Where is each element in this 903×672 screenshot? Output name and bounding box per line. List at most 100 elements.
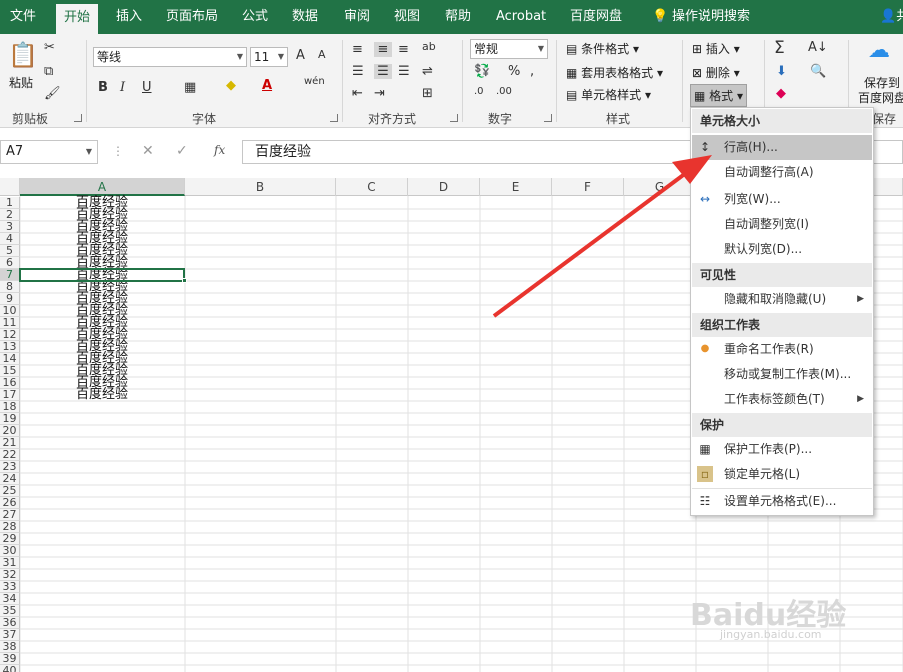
underline-button[interactable]: U <box>142 80 152 95</box>
protect-sheet-icon: ▦ <box>699 442 711 456</box>
accounting-format-icon[interactable]: 💱 <box>474 64 490 79</box>
insert-icon: ⊞ <box>692 42 706 56</box>
orientation-icon[interactable]: ab <box>422 40 436 53</box>
conditional-format-button[interactable]: ▤ 条件格式 ▾ <box>566 40 639 57</box>
copy-icon[interactable]: ⧉ <box>44 64 53 79</box>
cell-styles-button[interactable]: ▤ 单元格样式 ▾ <box>566 86 651 103</box>
menu-item-label: 行高(H)... <box>724 140 778 154</box>
menu-item-rename-sheet[interactable]: ● 重命名工作表(R) <box>692 337 872 362</box>
menu-item-protect-sheet[interactable]: ▦ 保护工作表(P)... <box>692 437 872 462</box>
menu-item-autofit-row[interactable]: 自动调整行高(A) <box>692 160 872 185</box>
menu-item-label: 列宽(W)... <box>724 192 781 206</box>
align-center-icon[interactable]: ☰ <box>374 64 392 79</box>
find-select-icon[interactable]: 🔍 <box>810 64 826 79</box>
tab-file[interactable]: 文件 <box>2 0 44 34</box>
merge-center-icon[interactable]: ⊞ <box>422 86 433 101</box>
percent-button[interactable]: % <box>508 64 520 79</box>
menu-item-move-copy[interactable]: 移动或复制工作表(M)... <box>692 362 872 387</box>
styles-group-label: 样式 <box>606 112 631 126</box>
tab-help[interactable]: 帮助 <box>437 0 479 34</box>
border-icon[interactable]: ▦ <box>184 80 196 95</box>
format-as-table-button[interactable]: ▦ 套用表格格式 ▾ <box>566 64 663 81</box>
baidu-netdisk-icon[interactable]: ☁ <box>868 38 890 63</box>
enter-icon[interactable]: ✓ <box>176 143 188 159</box>
number-format-select[interactable]: 常规 ▼ <box>470 39 548 59</box>
italic-button[interactable]: I <box>120 80 125 95</box>
delete-icon: ⊠ <box>692 66 706 80</box>
decrease-indent-icon[interactable]: ⇤ <box>352 86 363 101</box>
delete-label: 删除 <box>705 66 730 80</box>
cell-a17[interactable]: 百度经验 <box>20 388 184 401</box>
font-size-select[interactable]: 11 ▼ <box>250 47 288 67</box>
insert-cells-button[interactable]: ⊞ 插入 ▾ <box>692 40 740 57</box>
format-painter-icon[interactable]: 🖌 <box>44 86 61 101</box>
row-header[interactable]: 40 <box>0 665 20 672</box>
clear-icon[interactable]: ◆ <box>776 86 786 101</box>
menu-item-lock-cell[interactable]: ▫ 锁定单元格(L) <box>692 462 872 487</box>
menu-item-default-width[interactable]: 默认列宽(D)... <box>692 237 872 262</box>
menu-item-autofit-column[interactable]: 自动调整列宽(I) <box>692 212 872 237</box>
tab-page-layout[interactable]: 页面布局 <box>158 0 226 34</box>
wrap-text-icon[interactable]: ⇌ <box>422 64 433 79</box>
tab-view[interactable]: 视图 <box>386 0 428 34</box>
sort-filter-icon[interactable]: A↓ <box>808 40 828 55</box>
active-cell-a7[interactable] <box>19 268 185 282</box>
clipboard-launcher[interactable] <box>74 114 82 122</box>
chevron-down-icon: ▼ <box>537 44 544 53</box>
paste-button[interactable]: 粘贴 <box>9 74 33 91</box>
menu-item-format-cells[interactable]: ☷ 设置单元格格式(E)... <box>692 489 872 514</box>
decrease-decimal-icon[interactable]: .00 <box>496 86 512 97</box>
more-icon: ⋮ <box>112 144 124 158</box>
menu-item-column-width[interactable]: ↔ 列宽(W)... <box>692 187 872 212</box>
tab-acrobat[interactable]: Acrobat <box>488 0 554 34</box>
tab-baidu-netdisk[interactable]: 百度网盘 <box>562 0 630 34</box>
alignment-group-label: 对齐方式 <box>368 112 417 126</box>
format-icon: ▦ <box>694 89 710 103</box>
paste-icon[interactable]: 📋 <box>8 40 38 70</box>
menu-item-row-height[interactable]: ↕ 行高(H)... <box>692 135 872 160</box>
format-cells-button[interactable]: ▦ 格式 ▾ <box>690 84 748 107</box>
tab-formulas[interactable]: 公式 <box>234 0 276 34</box>
menu-item-tab-color[interactable]: 工作表标签颜色(T) ▶ <box>692 387 872 412</box>
font-group-label: 字体 <box>192 112 217 126</box>
font-color-button[interactable]: A <box>262 78 272 93</box>
tab-review[interactable]: 审阅 <box>336 0 378 34</box>
insert-function-button[interactable]: fx <box>214 143 225 157</box>
align-left-icon[interactable]: ☰ <box>352 64 364 79</box>
name-box[interactable]: A7 ▼ <box>0 140 98 164</box>
align-bottom-icon[interactable]: ≡ <box>398 42 409 57</box>
bold-button[interactable]: B <box>98 80 108 95</box>
cut-icon[interactable]: ✂ <box>44 40 55 55</box>
tab-insert[interactable]: 插入 <box>108 0 150 34</box>
menu-item-hide-unhide[interactable]: 隐藏和取消隐藏(U) ▶ <box>692 287 872 312</box>
font-name-select[interactable]: 等线 ▼ <box>93 47 247 67</box>
increase-decimal-icon[interactable]: .0 <box>474 86 484 97</box>
save-to-label-2[interactable]: 百度网盘 <box>858 89 903 106</box>
number-launcher[interactable] <box>544 114 552 122</box>
decrease-font-icon[interactable]: A <box>318 48 326 61</box>
align-top-icon[interactable]: ≡ <box>352 42 363 57</box>
menu-heading-visibility: 可见性 <box>692 263 872 287</box>
tab-home[interactable]: 开始 <box>56 4 99 34</box>
increase-indent-icon[interactable]: ⇥ <box>374 86 385 101</box>
conditional-format-icon: ▤ <box>566 42 582 56</box>
menu-heading-organize: 组织工作表 <box>692 313 872 337</box>
phonetic-guide-button[interactable]: wén <box>304 76 325 87</box>
autosum-icon[interactable]: Σ <box>774 38 785 58</box>
font-launcher[interactable] <box>330 114 338 122</box>
tell-me-search[interactable]: 操作说明搜索 <box>664 0 758 34</box>
fill-down-icon[interactable]: ⬇ <box>776 64 787 79</box>
cancel-icon[interactable]: ✕ <box>142 143 154 159</box>
increase-font-icon[interactable]: A <box>296 48 305 63</box>
fill-color-icon[interactable]: ◆ <box>226 78 236 93</box>
group-separator <box>342 40 343 122</box>
align-right-icon[interactable]: ☰ <box>398 64 410 79</box>
chevron-right-icon: ▶ <box>857 294 864 304</box>
tab-data[interactable]: 数据 <box>284 0 326 34</box>
fill-handle[interactable] <box>182 278 187 283</box>
delete-cells-button[interactable]: ⊠ 删除 ▾ <box>692 64 740 81</box>
alignment-launcher[interactable] <box>450 114 458 122</box>
align-middle-icon[interactable]: ≡ <box>374 42 392 57</box>
comma-style-icon[interactable]: , <box>530 64 534 79</box>
share-button[interactable]: 👤共 <box>872 0 903 34</box>
